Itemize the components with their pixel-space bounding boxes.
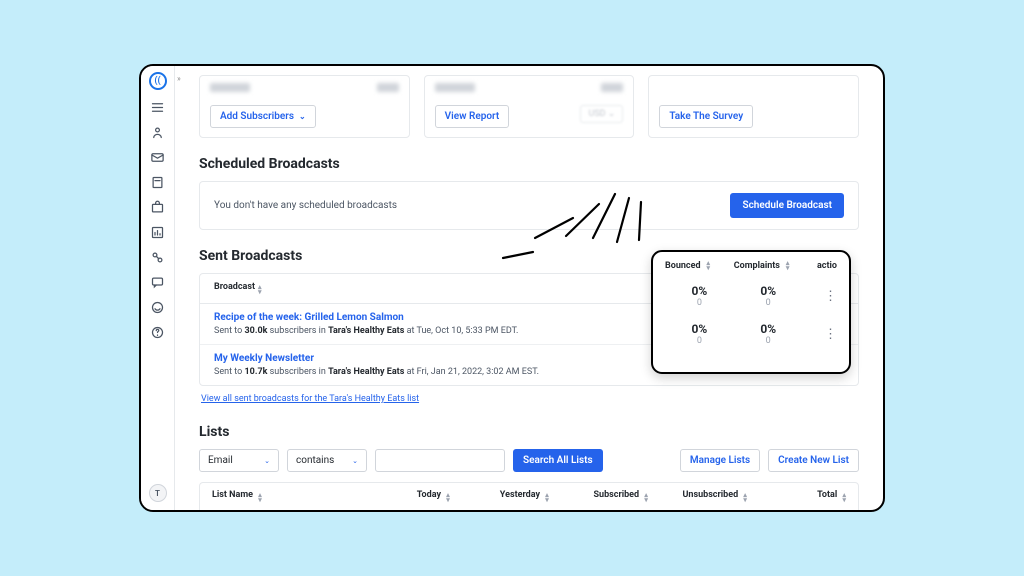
lists-table: List Name ▴▾ Today ▴▾ Yesterday ▴▾ Subsc…: [199, 482, 859, 510]
logo-icon: ((: [149, 72, 167, 90]
filter-op-label: contains: [296, 455, 334, 466]
integrations-icon[interactable]: [150, 300, 165, 315]
dashboard-icon[interactable]: [150, 100, 165, 115]
ecommerce-icon[interactable]: [150, 200, 165, 215]
col-yesterday[interactable]: Yesterday: [500, 490, 540, 500]
card-survey: Take The Survey: [648, 75, 859, 138]
lists-filter-row: Email ⌄ contains ⌄ Search All Lists Manage…: [199, 449, 859, 472]
search-lists-button[interactable]: Search All Lists: [513, 449, 603, 472]
filter-value-input[interactable]: [375, 449, 505, 472]
app-frame: (( T » Add Subscribers⌄ View Report USD …: [139, 64, 885, 512]
avatar-initial: T: [155, 489, 160, 498]
filter-op-select[interactable]: contains ⌄: [287, 449, 367, 472]
broadcast-title[interactable]: My Weekly Newsletter: [214, 353, 718, 364]
broadcast-title[interactable]: Recipe of the week: Grilled Lemon Salmon: [214, 312, 718, 323]
chevron-down-icon: ⌄: [264, 457, 270, 465]
add-subscribers-button[interactable]: Add Subscribers ⌄: [210, 105, 316, 128]
bounced-n: 0: [665, 298, 734, 308]
sort-icon: ▴▾: [258, 285, 262, 295]
broadcast-meta: Sent to 10.7k subscribers in Tara's Heal…: [214, 367, 718, 377]
bounced-n: 0: [665, 336, 734, 346]
card-add-subscribers: Add Subscribers ⌄: [199, 75, 410, 138]
reports-icon[interactable]: [150, 225, 165, 240]
col-total[interactable]: Total: [817, 490, 837, 500]
col-unsubscribed[interactable]: Unsubscribed: [682, 490, 738, 500]
popup-header: Bounced ▴▾ Complaints ▴▾ actio: [653, 252, 849, 277]
sort-icon: ▴▾: [842, 493, 846, 503]
currency-select[interactable]: USD ⌄: [580, 105, 623, 123]
view-report-button[interactable]: View Report: [435, 105, 510, 128]
sort-icon: ▴▾: [786, 261, 790, 271]
filter-field-select[interactable]: Email ⌄: [199, 449, 279, 472]
complaints-n: 0: [734, 298, 803, 308]
col-today[interactable]: Today: [417, 490, 441, 500]
col-broadcast[interactable]: Broadcast: [214, 282, 255, 292]
popup-stats: Bounced▴▾ Complaints▴▾ actio 0%0 0%0 ⋮ 0…: [651, 250, 851, 374]
complaints-n: 0: [734, 336, 803, 346]
chat-icon[interactable]: [150, 275, 165, 290]
complaints-pct: 0%: [734, 284, 803, 298]
messages-icon[interactable]: [150, 150, 165, 165]
scheduled-empty-text: You don't have any scheduled broadcasts: [214, 200, 397, 211]
col-list-name[interactable]: List Name: [212, 490, 253, 500]
chevron-down-icon: ⌄: [299, 112, 306, 121]
lists-header: List Name ▴▾ Today ▴▾ Yesterday ▴▾ Subsc…: [200, 483, 858, 510]
popup-row-actions[interactable]: ⋮: [803, 327, 837, 342]
view-all-link[interactable]: View all sent broadcasts for the Tara's …: [199, 386, 419, 406]
popup-row-actions[interactable]: ⋮: [803, 289, 837, 304]
avatar[interactable]: T: [149, 484, 167, 502]
sort-icon: ▴▾: [707, 261, 711, 271]
add-subs-label: Add Subscribers: [220, 111, 294, 122]
bounced-pct: 0%: [665, 284, 734, 298]
filter-field-label: Email: [208, 455, 233, 466]
complaints-pct: 0%: [734, 322, 803, 336]
scheduled-empty-box: You don't have any scheduled broadcasts …: [199, 181, 859, 230]
col-actions: actio: [817, 261, 837, 271]
col-subscribed[interactable]: Subscribed: [593, 490, 639, 500]
manage-lists-button[interactable]: Manage Lists: [680, 449, 760, 472]
lists-title: Lists: [199, 424, 859, 440]
chevron-down-icon: ⌄: [352, 457, 358, 465]
bounced-pct: 0%: [665, 322, 734, 336]
popup-row: 0%0 0%0 ⋮: [653, 277, 849, 315]
help-icon[interactable]: [150, 325, 165, 340]
create-list-button[interactable]: Create New List: [768, 449, 859, 472]
automations-icon[interactable]: [150, 250, 165, 265]
sidebar: (( T: [141, 66, 175, 510]
scheduled-title: Scheduled Broadcasts: [199, 156, 859, 172]
popup-row: 0%0 0%0 ⋮: [653, 315, 849, 353]
subscribers-icon[interactable]: [150, 125, 165, 140]
schedule-broadcast-button[interactable]: Schedule Broadcast: [730, 193, 844, 218]
top-card-row: Add Subscribers ⌄ View Report USD ⌄ Take …: [199, 66, 859, 138]
col-complaints[interactable]: Complaints: [734, 261, 780, 271]
take-survey-button[interactable]: Take The Survey: [659, 105, 753, 128]
col-bounced[interactable]: Bounced: [665, 261, 701, 271]
broadcast-meta: Sent to 30.0k subscribers in Tara's Heal…: [214, 326, 718, 336]
sort-icon: ▴▾: [258, 493, 262, 503]
pages-icon[interactable]: [150, 175, 165, 190]
card-view-report: View Report USD ⌄: [424, 75, 635, 138]
